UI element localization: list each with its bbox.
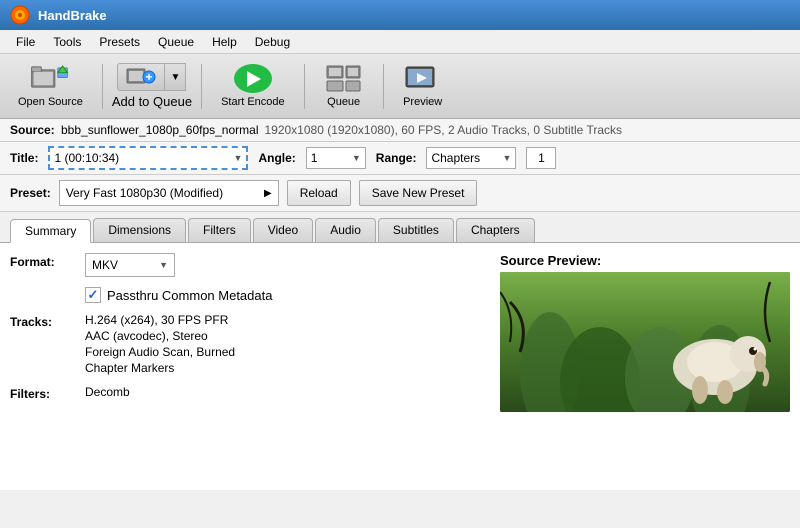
add-queue-dropdown-button[interactable]: ▼: [165, 63, 186, 91]
preview-scene: [500, 272, 790, 412]
queue-icon: [326, 65, 362, 93]
metadata-checkbox-row: ✓ Passthru Common Metadata: [85, 287, 272, 303]
range-label: Range:: [376, 151, 417, 165]
range-number-input[interactable]: 1: [526, 147, 556, 169]
preset-row: Preset: Very Fast 1080p30 (Modified) ▶ R…: [0, 175, 800, 212]
format-value: MKV: [92, 258, 118, 272]
filters-value: Decomb: [85, 385, 130, 399]
preset-select[interactable]: Very Fast 1080p30 (Modified) ▶: [59, 180, 279, 206]
angle-dropdown-arrow-icon: ▼: [352, 153, 361, 163]
range-num-value: 1: [538, 151, 545, 165]
format-label: Format:: [10, 253, 75, 269]
open-source-button[interactable]: Open Source: [8, 60, 93, 112]
tab-audio[interactable]: Audio: [315, 218, 376, 242]
tracks-label: Tracks:: [10, 313, 75, 329]
menu-presets[interactable]: Presets: [91, 33, 148, 51]
tab-chapters[interactable]: Chapters: [456, 218, 535, 242]
source-meta: 1920x1080 (1920x1080), 60 FPS, 2 Audio T…: [264, 123, 622, 137]
open-source-label: Open Source: [18, 96, 83, 108]
range-select[interactable]: Chapters ▼: [426, 147, 516, 169]
title-row: Title: 1 (00:10:34) ▼ Angle: 1 ▼ Range: …: [0, 142, 800, 175]
open-source-icon: [30, 64, 70, 93]
preset-label: Preset:: [10, 186, 51, 200]
title-select[interactable]: 1 (00:10:34) ▼: [48, 146, 248, 170]
title-bar: HandBrake: [0, 0, 800, 30]
source-info: Source: bbb_sunflower_1080p_60fps_normal…: [0, 119, 800, 142]
preset-dropdown-arrow-icon: ▶: [264, 188, 272, 199]
angle-label: Angle:: [258, 151, 295, 165]
source-label: Source:: [10, 123, 55, 137]
toolbar-sep-1: [102, 64, 103, 109]
source-preview-label: Source Preview:: [500, 253, 790, 268]
add-queue-icon: +: [126, 66, 156, 88]
start-encode-icon: [234, 64, 272, 93]
format-row: Format: MKV ▼ ✓ Passthru Common Metadata: [10, 253, 490, 303]
menu-bar: File Tools Presets Queue Help Debug: [0, 30, 800, 54]
title-dropdown-arrow-icon: ▼: [234, 153, 243, 163]
metadata-checkbox[interactable]: ✓: [85, 287, 101, 303]
add-to-queue-group: + ▼ Add to Queue: [112, 63, 192, 109]
tab-dimensions[interactable]: Dimensions: [93, 218, 186, 242]
main-content: Format: MKV ▼ ✓ Passthru Common Metadata: [0, 243, 800, 490]
source-preview-image: [500, 272, 790, 412]
toolbar: Open Source + ▼ Add to Queue Start Encod…: [0, 54, 800, 119]
toolbar-sep-2: [201, 64, 202, 109]
menu-tools[interactable]: Tools: [45, 33, 89, 51]
menu-help[interactable]: Help: [204, 33, 245, 51]
tab-subtitles[interactable]: Subtitles: [378, 218, 454, 242]
checkmark-icon: ✓: [88, 287, 99, 303]
tabs-area: Summary Dimensions Filters Video Audio S…: [0, 212, 800, 243]
preview-label: Preview: [403, 96, 442, 108]
left-panel: Format: MKV ▼ ✓ Passthru Common Metadata: [10, 253, 490, 480]
format-dropdown-arrow-icon: ▼: [159, 260, 168, 270]
track-1: H.264 (x264), 30 FPS PFR: [85, 313, 235, 327]
menu-queue[interactable]: Queue: [150, 33, 202, 51]
add-to-queue-label: Add to Queue: [112, 94, 192, 109]
start-encode-label: Start Encode: [221, 96, 285, 108]
filters-label: Filters:: [10, 385, 75, 401]
start-encode-button[interactable]: Start Encode: [211, 60, 295, 112]
menu-file[interactable]: File: [8, 33, 43, 51]
menu-debug[interactable]: Debug: [247, 33, 298, 51]
toolbar-sep-3: [304, 64, 305, 109]
tab-filters[interactable]: Filters: [188, 218, 251, 242]
add-to-queue-button[interactable]: +: [117, 63, 165, 91]
tracks-row: Tracks: H.264 (x264), 30 FPS PFR AAC (av…: [10, 313, 490, 375]
source-filename: bbb_sunflower_1080p_60fps_normal: [61, 123, 258, 137]
preview-svg: [500, 272, 790, 412]
app-title: HandBrake: [38, 8, 107, 23]
handbrake-logo-icon: [10, 5, 30, 25]
range-value: Chapters: [431, 151, 480, 165]
title-value: 1 (00:10:34): [54, 151, 119, 165]
title-label: Title:: [10, 151, 38, 165]
preview-button[interactable]: Preview: [393, 60, 453, 112]
track-2: AAC (avcodec), Stereo: [85, 329, 235, 343]
metadata-label: Passthru Common Metadata: [107, 288, 272, 303]
queue-label: Queue: [327, 96, 360, 108]
angle-value: 1: [311, 151, 318, 165]
preset-value: Very Fast 1080p30 (Modified): [66, 186, 223, 200]
tab-video[interactable]: Video: [253, 218, 313, 242]
svg-text:+: +: [146, 70, 153, 84]
range-dropdown-arrow-icon: ▼: [503, 153, 512, 163]
track-3: Foreign Audio Scan, Burned: [85, 345, 235, 359]
queue-button[interactable]: Queue: [314, 60, 374, 112]
angle-select[interactable]: 1 ▼: [306, 147, 366, 169]
track-4: Chapter Markers: [85, 361, 235, 375]
tab-summary[interactable]: Summary: [10, 219, 91, 243]
save-new-preset-button[interactable]: Save New Preset: [359, 180, 478, 206]
toolbar-sep-4: [383, 64, 384, 109]
format-select[interactable]: MKV ▼: [85, 253, 175, 277]
right-panel: Source Preview:: [500, 253, 790, 480]
filters-row: Filters: Decomb: [10, 385, 490, 401]
preview-icon: [405, 65, 441, 93]
reload-button[interactable]: Reload: [287, 180, 351, 206]
